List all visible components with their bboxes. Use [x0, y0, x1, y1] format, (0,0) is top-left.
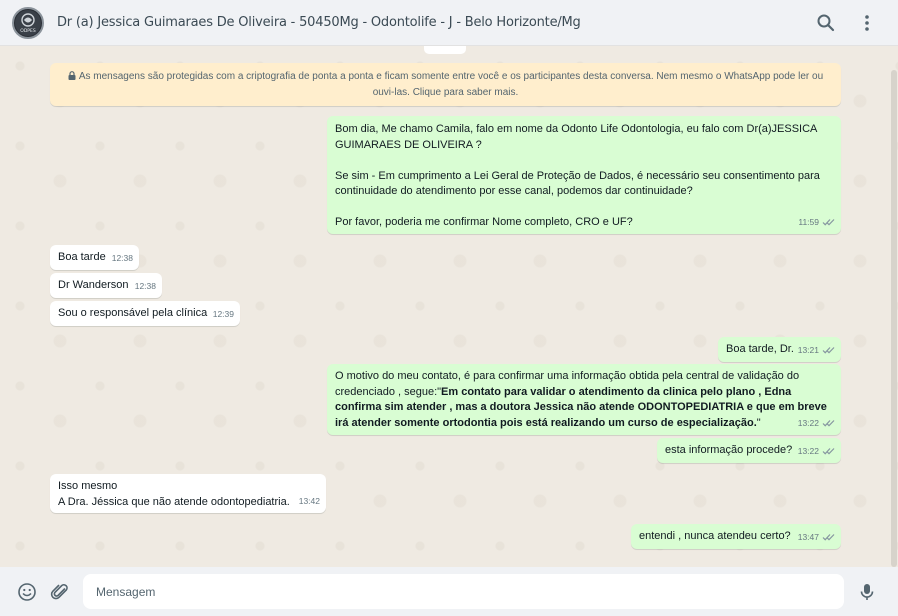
lock-icon [68, 71, 76, 80]
message-time: 13:22 [797, 445, 819, 456]
message-text: Isso mesmo A Dra. Jéssica que não atende… [58, 480, 290, 508]
message-time: 11:59 [798, 216, 819, 227]
message-meta: 13:21 [798, 343, 835, 359]
message-composer [0, 567, 898, 616]
paperclip-icon[interactable] [50, 582, 70, 602]
message-time: 12:38 [111, 252, 133, 263]
message-outgoing[interactable]: O motivo do meu contato, é para confirma… [327, 364, 841, 435]
message-time: 12:38 [134, 280, 156, 291]
avatar-logo-icon: ODPES [15, 9, 41, 36]
read-ticks-icon [822, 534, 835, 541]
message-text: Boa tarde, Dr. [726, 343, 794, 355]
message-incoming[interactable]: Isso mesmo A Dra. Jéssica que não atende… [50, 474, 326, 513]
message-text: Dr Wanderson [58, 279, 129, 291]
message-text: Boa tarde [58, 251, 106, 263]
message-meta: 12:38 [112, 251, 133, 267]
message-meta: 13:42 [299, 494, 320, 510]
message-incoming[interactable]: Boa tarde 12:38 [50, 245, 139, 270]
message-text: entendi , nunca atendeu certo? [639, 530, 791, 542]
read-ticks-icon [822, 420, 835, 427]
date-chip [424, 46, 466, 54]
message-meta: 11:59 [798, 215, 835, 231]
message-meta: 13:47 [798, 530, 835, 546]
message-outgoing[interactable]: Bom dia, Me chamo Camila, falo em nome d… [327, 116, 841, 234]
read-ticks-icon [822, 347, 835, 354]
message-incoming[interactable]: Sou o responsável pela clínica 12:39 [50, 301, 240, 326]
message-meta: 13:22 [798, 416, 835, 432]
message-meta: 12:38 [135, 279, 156, 295]
message-text: Sou o responsável pela clínica [58, 307, 208, 319]
message-text: Bom dia, Me chamo Camila, falo em nome d… [335, 123, 820, 228]
message-time: 13:42 [298, 495, 320, 506]
microphone-icon[interactable] [857, 582, 877, 602]
encryption-notice[interactable]: As mensagens são protegidas com a cripto… [50, 63, 841, 106]
encryption-notice-text: As mensagens são protegidas com a cripto… [78, 71, 824, 98]
kebab-menu-icon[interactable] [857, 13, 877, 33]
contact-avatar[interactable]: ODPES [12, 6, 44, 39]
message-time: 13:47 [797, 531, 819, 542]
avatar-text: ODPES [20, 28, 36, 34]
message-time: 12:39 [212, 308, 234, 319]
message-text-end: " [756, 416, 761, 429]
chat-title[interactable]: Dr (a) Jessica Guimaraes De Oliveira - 5… [57, 15, 581, 30]
message-time: 13:21 [797, 344, 819, 355]
message-incoming[interactable]: Dr Wanderson 12:38 [50, 273, 162, 298]
search-icon[interactable] [816, 13, 836, 33]
emoji-icon[interactable] [17, 582, 37, 602]
message-meta: 12:39 [213, 307, 234, 323]
message-time: 13:22 [797, 417, 819, 428]
message-outgoing[interactable]: esta informação procede? 13:22 [657, 438, 841, 463]
read-ticks-icon [822, 219, 835, 226]
read-ticks-icon [822, 448, 835, 455]
message-outgoing[interactable]: entendi , nunca atendeu certo? 13:47 [631, 524, 841, 549]
message-outgoing[interactable]: Boa tarde, Dr. 13:21 [718, 337, 841, 362]
message-text: esta informação procede? [665, 444, 793, 456]
scrollbar[interactable] [891, 70, 897, 567]
message-meta: 13:22 [798, 444, 835, 460]
message-input[interactable] [83, 574, 844, 609]
message-text: O motivo do meu contato, é para confirma… [335, 369, 835, 431]
chat-header: ODPES Dr (a) Jessica Guimaraes De Olivei… [0, 0, 898, 46]
